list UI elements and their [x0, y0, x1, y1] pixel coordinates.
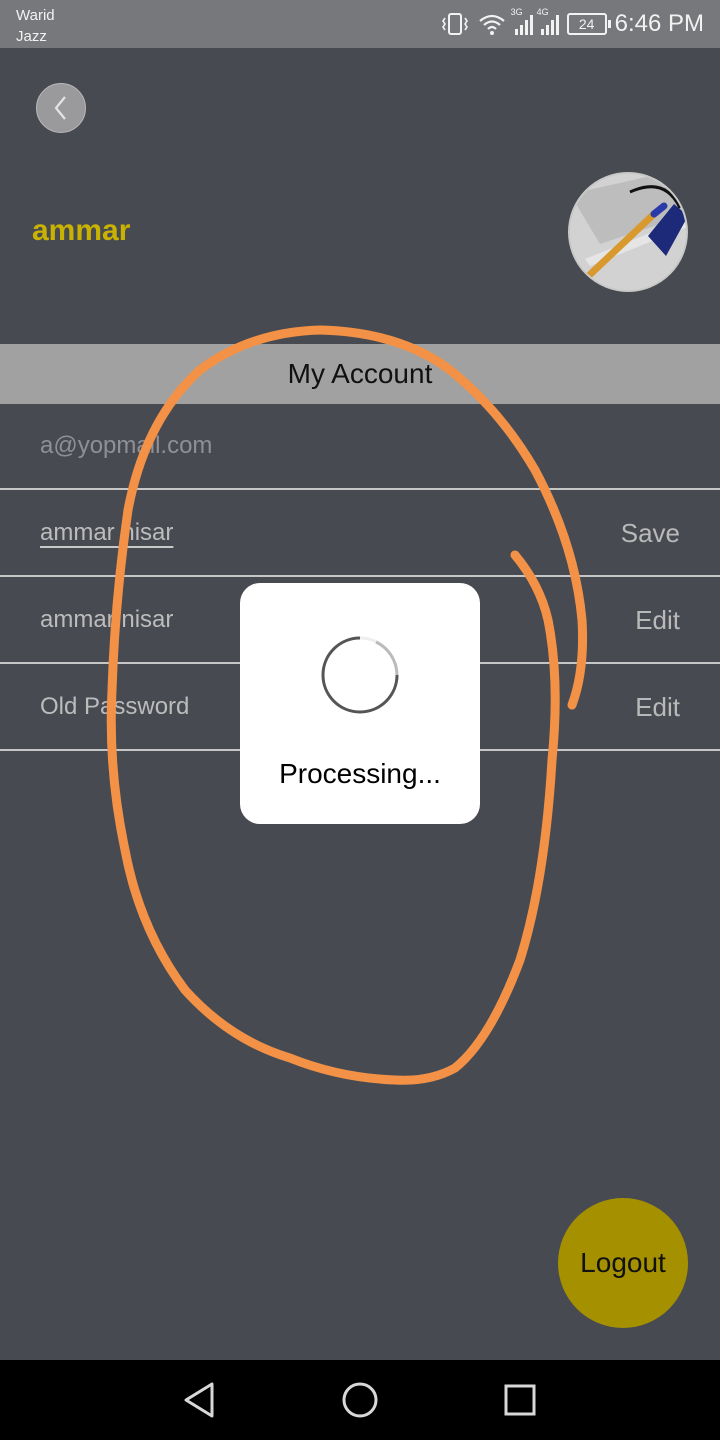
nav-recents-icon[interactable] [498, 1378, 542, 1422]
network-4g-label: 4G [536, 7, 549, 17]
status-bar: Warid Jazz 3G 4G 24 6:46 PM [0, 0, 720, 48]
logout-button[interactable]: Logout [558, 1198, 688, 1328]
chevron-left-icon [54, 96, 66, 120]
battery-level: 24 [578, 16, 595, 32]
signal-3g-icon: 3G [511, 7, 533, 35]
processing-dialog: Processing... [240, 583, 480, 824]
nav-home-icon[interactable] [338, 1378, 382, 1422]
carrier-line-1: Warid [16, 7, 55, 24]
old-password-field[interactable]: Old Password [40, 665, 189, 749]
battery-icon: 24 [566, 13, 611, 35]
edit-password-button[interactable]: Edit [635, 665, 680, 749]
carrier-name: Warid Jazz [16, 5, 55, 47]
name-display: ammar nisar [40, 606, 174, 633]
navigation-bar [0, 1360, 720, 1440]
nav-back-icon[interactable] [178, 1378, 222, 1422]
signal-4g-icon: 4G [537, 7, 559, 35]
clock: 6:46 PM [614, 10, 704, 37]
name-edit-row: ammar nisar Save [0, 491, 720, 577]
vibrate-icon [441, 13, 468, 35]
email-field[interactable]: a@yopmail.com [40, 404, 212, 488]
profile-photo [570, 174, 686, 290]
username-label: ammar [32, 214, 131, 247]
name-input[interactable]: ammar nisar [40, 491, 173, 575]
network-3g-label: 3G [510, 7, 523, 17]
email-row: a@yopmail.com [0, 404, 720, 490]
back-button[interactable] [36, 83, 86, 133]
avatar[interactable] [568, 172, 688, 292]
spinner-icon [321, 636, 399, 714]
save-button[interactable]: Save [621, 491, 680, 575]
edit-name-button[interactable]: Edit [635, 578, 680, 662]
processing-message: Processing... [279, 758, 441, 789]
status-icons: 3G 4G 24 6:46 PM [441, 7, 704, 38]
section-header: My Account [0, 344, 720, 404]
wifi-icon [478, 14, 505, 35]
carrier-line-2: Jazz [16, 28, 47, 45]
